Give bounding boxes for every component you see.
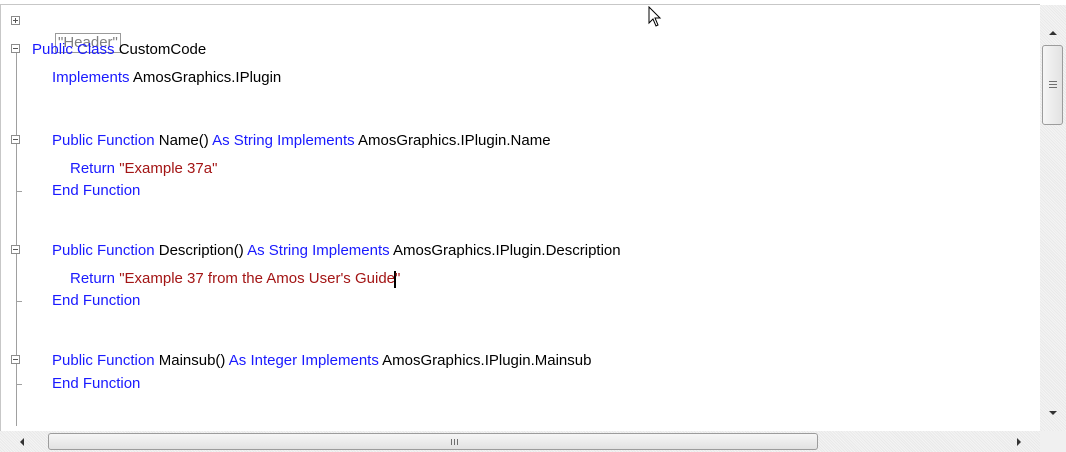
identifier: AmosGraphics.IPlugin.Description	[393, 242, 621, 259]
keyword: End Function	[52, 375, 141, 392]
collapse-minus-icon[interactable]	[11, 44, 20, 53]
keyword: Return	[70, 270, 120, 287]
collapse-minus-icon[interactable]	[11, 135, 20, 144]
identifier: AmosGraphics.IPlugin.Mainsub	[382, 352, 592, 369]
code-line[interactable]: Public Function Description() As String …	[52, 240, 621, 262]
scrollbar-corner	[1040, 431, 1066, 452]
string-literal-end: "	[395, 270, 401, 287]
fold-end-tick	[16, 384, 22, 385]
identifier: Mainsub()	[158, 352, 229, 369]
keyword: As Integer Implements	[228, 352, 383, 369]
code-area[interactable]: "Header" Public Class CustomCode Impleme…	[0, 5, 1040, 431]
code-line[interactable]: Public Class CustomCode	[32, 39, 206, 61]
scroll-up-arrow-icon[interactable]	[1049, 31, 1057, 35]
thumb-grip	[454, 439, 455, 445]
keyword: Implements	[52, 69, 133, 86]
horizontal-scroll-thumb[interactable]	[48, 433, 818, 450]
thumb-grip	[1049, 87, 1057, 88]
keyword: Public Function	[52, 242, 159, 259]
code-line[interactable]: Public Function Name() As String Impleme…	[52, 130, 551, 152]
thumb-grip	[451, 439, 452, 445]
scroll-down-arrow-icon[interactable]	[1049, 411, 1057, 415]
identifier: CustomCode	[118, 41, 207, 58]
keyword: As String Implements	[212, 132, 358, 149]
code-line-header[interactable]: "Header"	[30, 10, 121, 53]
keyword: Return	[70, 160, 120, 177]
identifier: Description()	[158, 242, 248, 259]
thumb-grip	[1049, 84, 1057, 85]
fold-end-tick	[16, 191, 22, 192]
thumb-grip	[1049, 81, 1057, 82]
collapse-minus-icon[interactable]	[11, 245, 20, 254]
identifier: AmosGraphics.IPlugin	[132, 69, 282, 86]
code-line[interactable]: Return "Example 37a"	[70, 158, 217, 180]
expand-plus-icon[interactable]	[11, 16, 20, 25]
vertical-scroll-thumb[interactable]	[1042, 45, 1063, 125]
thumb-grip	[457, 439, 458, 445]
code-editor[interactable]: "Header" Public Class CustomCode Impleme…	[0, 0, 1066, 452]
scroll-right-arrow-icon[interactable]	[1017, 438, 1021, 446]
code-line[interactable]: End Function	[52, 180, 140, 202]
code-line[interactable]: End Function	[52, 373, 140, 395]
keyword: Public Class	[32, 41, 119, 58]
keyword: As String Implements	[247, 242, 393, 259]
keyword: Public Function	[52, 132, 159, 149]
string-literal: "Example 37 from the Amos User's Guide	[119, 270, 396, 287]
fold-end-tick	[16, 301, 22, 302]
keyword: Public Function	[52, 352, 159, 369]
code-line[interactable]: Public Function Mainsub() As Integer Imp…	[52, 350, 591, 372]
code-line[interactable]: End Function	[52, 290, 140, 312]
scroll-left-arrow-icon[interactable]	[20, 438, 24, 446]
keyword: End Function	[52, 182, 141, 199]
code-line[interactable]: Return "Example 37 from the Amos User's …	[70, 268, 400, 290]
identifier: Name()	[158, 132, 213, 149]
fold-guide-line	[16, 52, 17, 426]
code-line[interactable]: Implements AmosGraphics.IPlugin	[52, 67, 281, 89]
mouse-pointer-icon	[648, 6, 662, 27]
identifier: AmosGraphics.IPlugin.Name	[357, 132, 551, 149]
keyword: End Function	[52, 292, 141, 309]
vertical-scrollbar[interactable]	[1040, 5, 1066, 431]
string-literal: "Example 37a"	[119, 160, 218, 177]
horizontal-scrollbar[interactable]	[0, 431, 1040, 452]
collapse-minus-icon[interactable]	[11, 355, 20, 364]
